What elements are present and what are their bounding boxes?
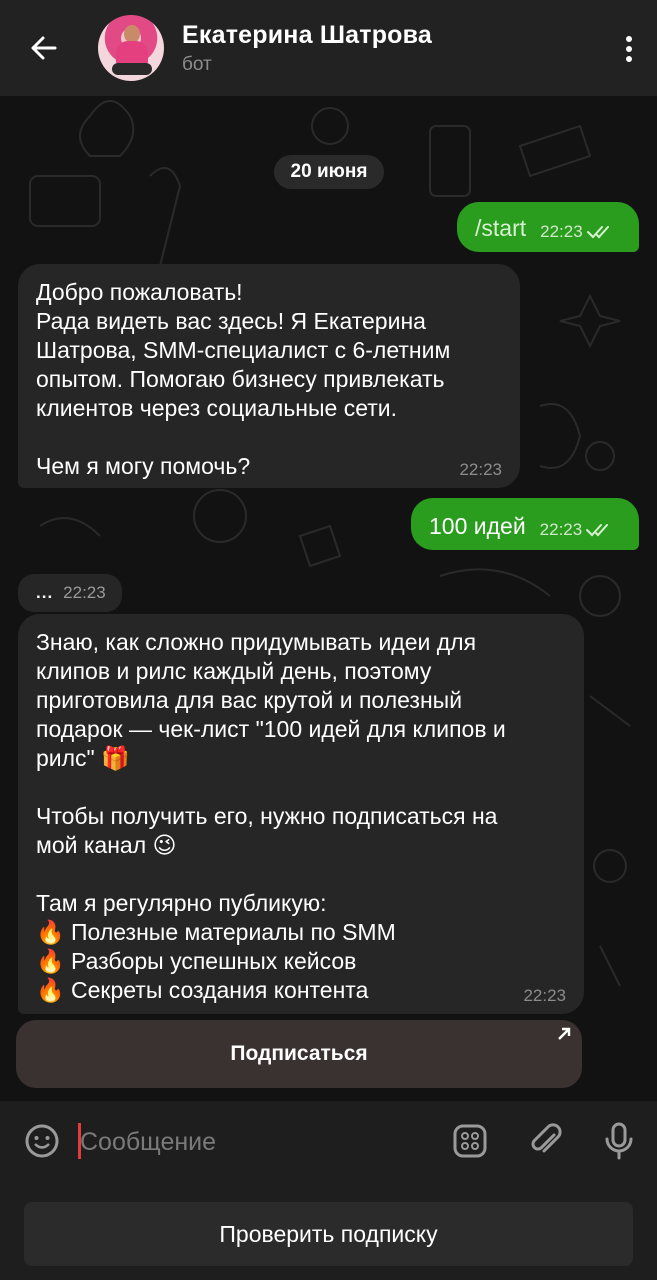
subscribe-button-label: Подписаться [230, 1042, 368, 1065]
date-separator: 20 июня [274, 155, 384, 189]
message-input[interactable] [80, 1125, 400, 1159]
check-subscription-button[interactable]: Проверить подписку [24, 1202, 633, 1266]
message-time: 22:23 [459, 460, 502, 479]
message-incoming[interactable]: Знаю, как сложно придумывать идеи для кл… [18, 614, 584, 1014]
back-button[interactable] [0, 0, 88, 96]
message-incoming[interactable]: Добро пожаловать! Рада видеть вас здесь!… [18, 264, 520, 488]
message-text: Добро пожаловать! Рада видеть вас здесь!… [36, 279, 451, 479]
microphone-icon[interactable] [604, 1121, 634, 1161]
message-time: 22:23 [539, 520, 583, 539]
message-meta: 22:23 [540, 520, 613, 540]
external-link-icon [558, 1027, 571, 1040]
attach-icon[interactable] [526, 1121, 564, 1159]
message-incoming-short[interactable]: ... 22:23 [18, 574, 122, 612]
subscribe-inline-button[interactable]: Подписаться [16, 1020, 582, 1088]
message-text: Знаю, как сложно придумывать идеи для кл… [36, 629, 506, 1003]
message-time: 22:23 [523, 986, 566, 1005]
double-check-icon [586, 524, 609, 537]
chat-header: Екатерина Шатрова бот [0, 0, 657, 96]
message-outgoing[interactable]: /start 22:23 [457, 202, 639, 252]
message-time: 22:23 [540, 222, 583, 241]
back-arrow-icon [31, 36, 57, 60]
message-text: 100 идей [429, 513, 526, 539]
chat-area[interactable]: 20 июня /start 22:23 Добро пожаловать! Р… [0, 96, 657, 1101]
reply-keyboard: Проверить подписку [0, 1181, 657, 1280]
chat-info[interactable]: Екатерина Шатрова бот [182, 21, 432, 76]
double-check-icon [586, 226, 609, 239]
bot-commands-icon[interactable] [452, 1123, 488, 1159]
more-dots-icon [626, 36, 632, 42]
emoji-icon[interactable] [24, 1123, 60, 1159]
message-meta: 22:23 [540, 222, 613, 242]
message-time: 22:23 [63, 583, 106, 602]
more-menu-button[interactable] [623, 36, 635, 64]
message-composer [0, 1101, 657, 1181]
avatar[interactable] [98, 15, 164, 81]
message-outgoing[interactable]: 100 идей 22:23 [411, 498, 639, 550]
chat-subtitle: бот [182, 53, 212, 75]
chat-title: Екатерина Шатрова [182, 20, 432, 49]
message-text: /start [475, 215, 527, 241]
message-text: ... [36, 583, 54, 602]
